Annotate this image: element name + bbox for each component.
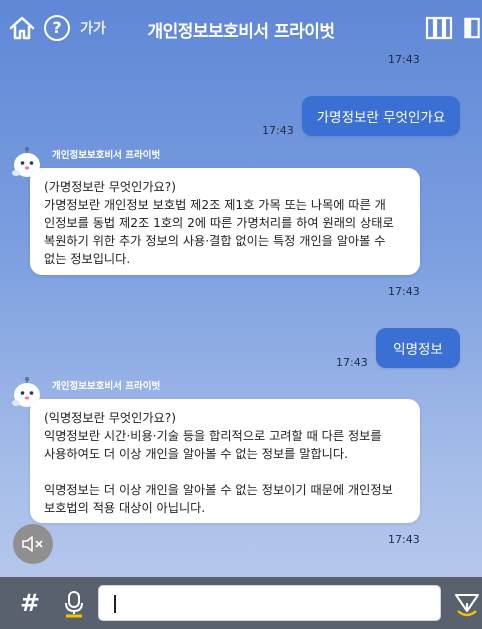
exit-icon[interactable]: [462, 12, 482, 44]
bot-message-line: 가명정보란 개인정보 보호법 제2조 제1호 가목 또는 나목에 따른 개: [44, 198, 386, 212]
message-time: 17:43: [388, 53, 420, 66]
speaker-muted-icon: [22, 536, 43, 552]
send-icon[interactable]: [453, 591, 481, 619]
text-caret: [114, 595, 116, 613]
bot-name: 개인정보보호비서 프라이벗: [52, 150, 161, 161]
bot-message-line: 보호법의 적용 대상이 아닙니다.: [44, 501, 206, 515]
bot-message-line: (익명정보란 무엇인가요?): [44, 411, 176, 425]
app-header: ? 가가 개인정보보호비서 프라이벗: [0, 0, 482, 58]
bot-message-bubble: (가명정보란 무엇인가요?) 가명정보란 개인정보 보호법 제2조 제1호 가목…: [30, 168, 420, 275]
message-input[interactable]: [98, 585, 441, 621]
message-time: 17:43: [336, 356, 368, 369]
bot-message-bubble: (익명정보란 무엇인가요?) 익명정보란 시간·비용·기술 등을 합리적으로 고…: [30, 399, 420, 523]
bot-message-line: 없는 정보입니다.: [44, 252, 131, 266]
bot-message-line: (가명정보란 무엇인가요?): [44, 180, 176, 194]
mute-button[interactable]: [13, 524, 53, 564]
bot-message-line: 익명정보란 시간·비용·기술 등을 합리적으로 고려할 때 다른 정보를: [44, 429, 382, 443]
input-bar: #: [0, 577, 482, 629]
message-time: 17:43: [388, 533, 420, 546]
hashtag-button[interactable]: #: [20, 589, 40, 617]
message-time: 17:43: [388, 285, 420, 298]
bot-name: 개인정보보호비서 프라이벗: [52, 381, 161, 392]
bot-message-line: 익명정보는 더 이상 개인을 알아볼 수 없는 정보이기 때문에 개인정보: [44, 483, 393, 497]
user-message-bubble: 가명정보란 무엇인가요: [302, 96, 460, 136]
user-message-bubble: 익명정보: [376, 328, 460, 368]
bot-message-line: 복원하기 위한 추가 정보의 사용·결합 없이는 특정 개인을 알아볼 수: [44, 234, 386, 248]
bot-message-line: 사용하여도 더 이상 개인을 알아볼 수 없는 정보를 말합니다.: [44, 447, 348, 461]
bot-message-line: 인정보를 동법 제2조 1호의 2에 따른 가명처리를 하여 원래의 상태로: [44, 216, 394, 230]
bot-message-line: [44, 463, 410, 481]
message-time: 17:43: [262, 124, 294, 137]
page-title: 개인정보보호비서 프라이벗: [147, 22, 335, 42]
menu-icon[interactable]: [424, 12, 454, 44]
microphone-icon[interactable]: [60, 589, 88, 619]
